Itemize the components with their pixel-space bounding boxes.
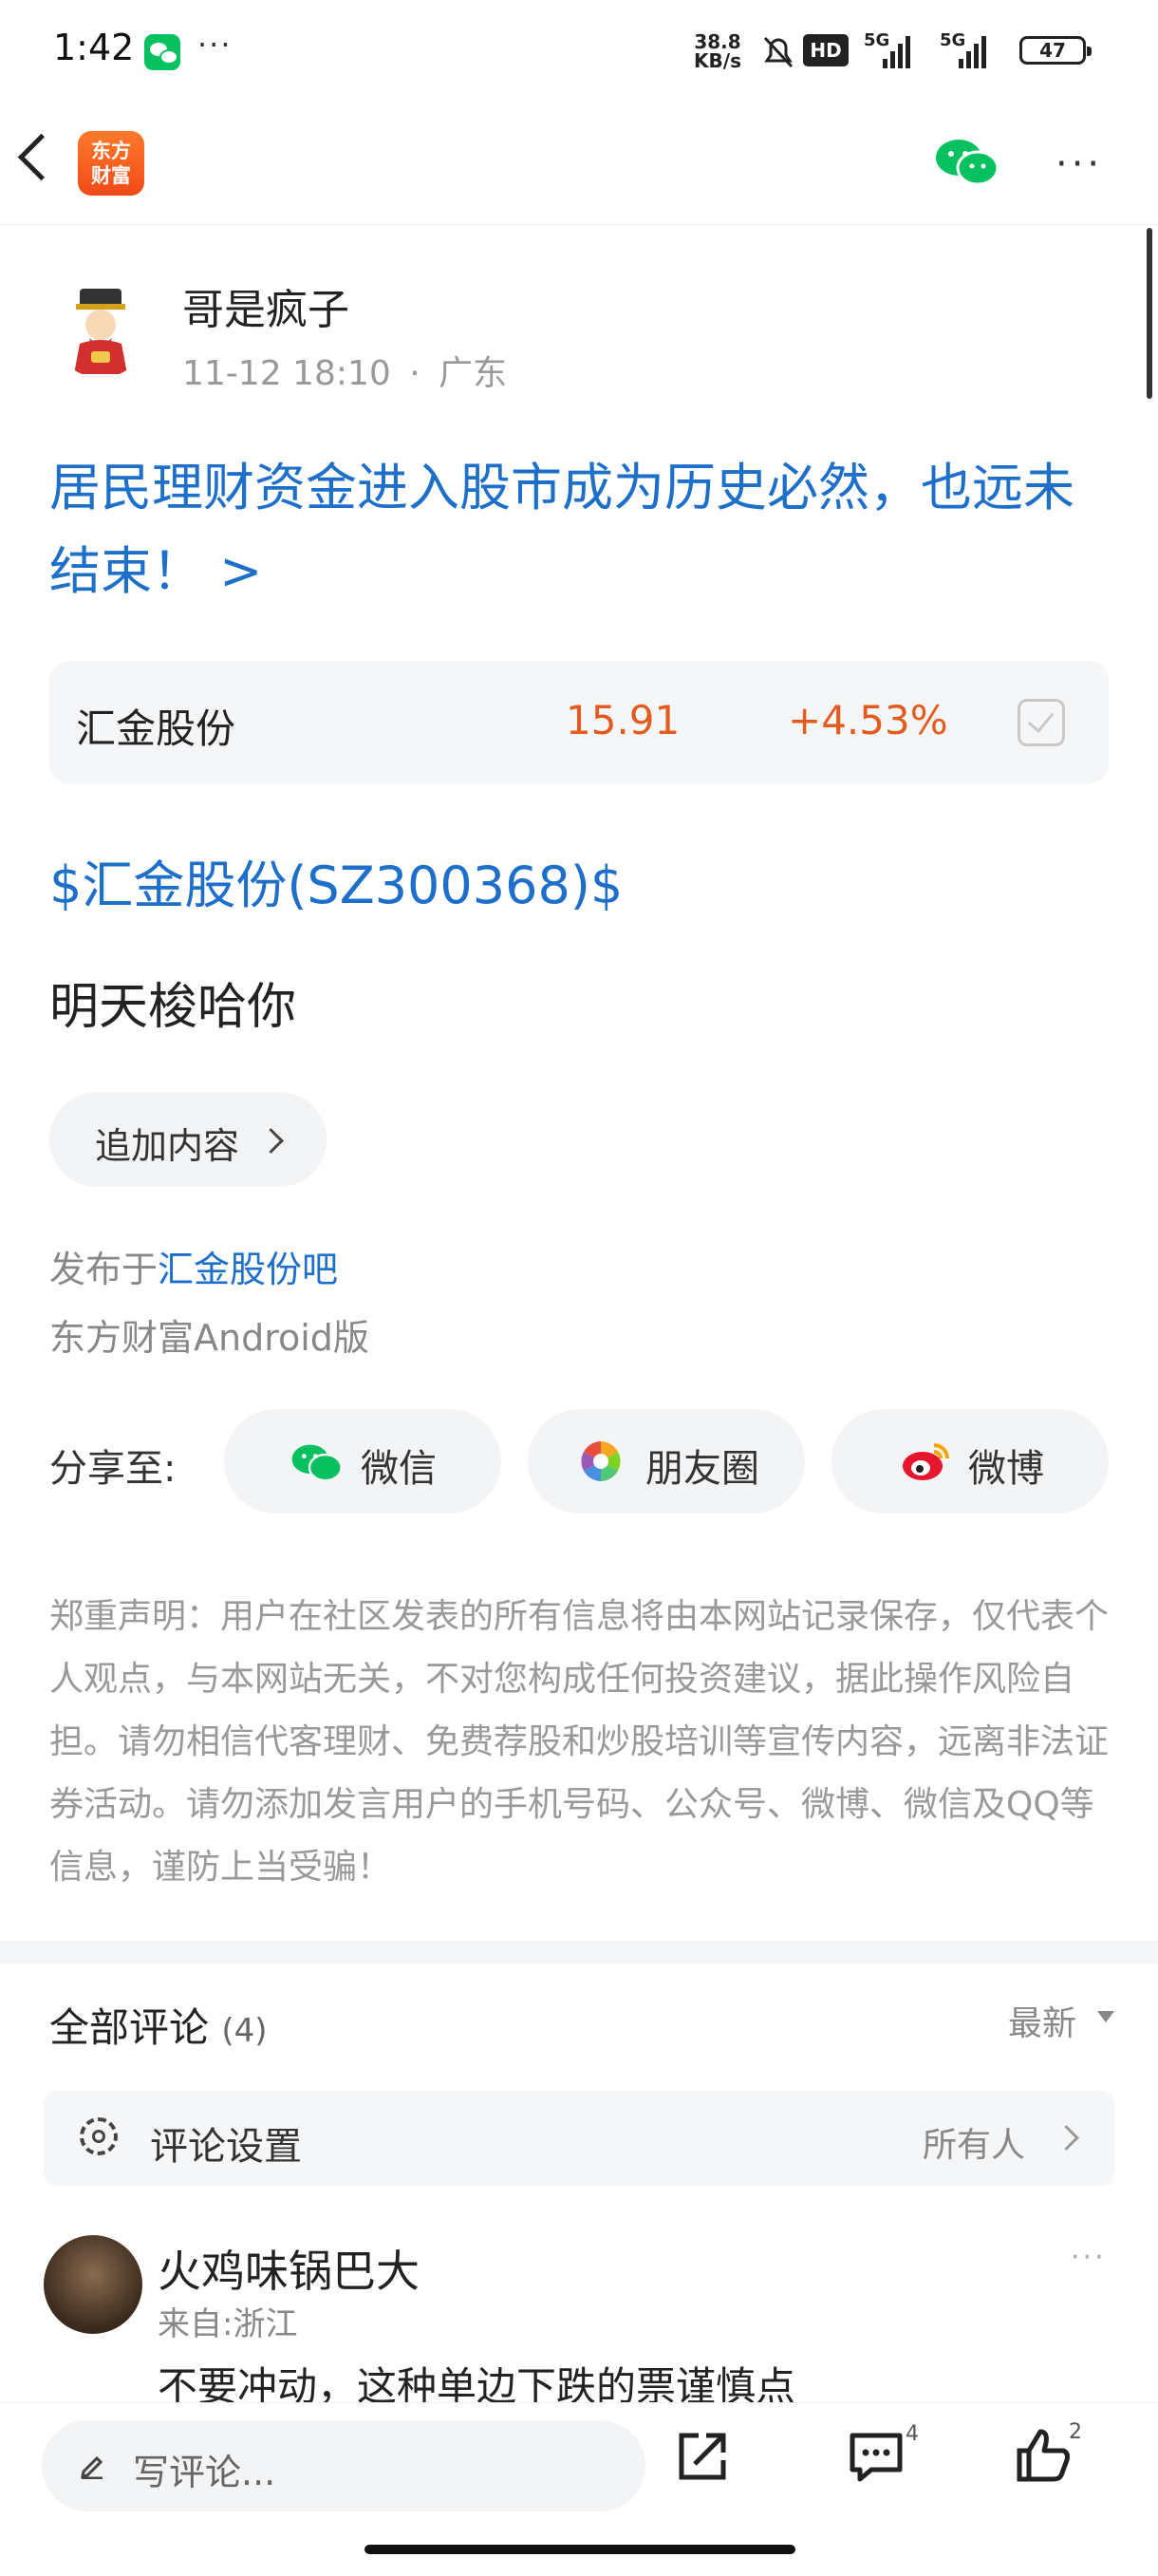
write-comment-input[interactable]: 写评论... — [42, 2420, 645, 2511]
share-weibo-button[interactable]: 微博 — [831, 1409, 1109, 1514]
share-label: 分享至: — [49, 1447, 177, 1491]
scrollbar[interactable] — [1147, 228, 1152, 399]
home-indicator[interactable] — [364, 2545, 795, 2554]
moments-icon — [581, 1441, 621, 1481]
chevron-right-icon — [1054, 2125, 1079, 2151]
share-moments-label: 朋友圈 — [645, 1447, 759, 1491]
author-avatar[interactable] — [53, 283, 148, 378]
commenter-name[interactable]: 火鸡味锅巴大 — [158, 2237, 420, 2300]
comment-count-badge: 4 — [906, 2422, 919, 2446]
chevron-right-icon — [258, 1128, 284, 1154]
share-weibo-label: 微博 — [968, 1447, 1044, 1491]
comment-more-icon[interactable]: ··· — [1071, 2241, 1107, 2274]
share-moments-button[interactable]: 朋友圈 — [528, 1409, 805, 1514]
comment-settings-row[interactable]: 评论设置 所有人 — [44, 2091, 1114, 2186]
disclaimer: 郑重声明：用户在社区发表的所有信息将由本网站记录保存，仅代表个人观点，与本网站无… — [49, 1597, 1110, 1887]
wechat-notification-icon — [144, 34, 180, 70]
comments-header: 全部评论 (4) — [49, 1996, 268, 2054]
hd-icon: HD — [803, 34, 849, 66]
stock-card[interactable]: 汇金股份 15.91 +4.53% — [49, 661, 1109, 784]
share-external-icon[interactable] — [670, 2422, 737, 2489]
like-icon[interactable] — [1010, 2422, 1076, 2489]
app-logo: 东方 财富 — [78, 131, 144, 196]
stock-price: 15.91 — [566, 697, 681, 743]
write-comment-placeholder: 写评论... — [133, 2452, 276, 2493]
add-content-button[interactable]: 追加内容 — [49, 1092, 327, 1187]
meta-separator: · — [409, 354, 420, 393]
commenter-avatar[interactable] — [44, 2235, 142, 2334]
post-body: 明天梭哈你 — [49, 979, 297, 1036]
comment-icon[interactable] — [843, 2422, 909, 2489]
more-options-icon[interactable]: ··· — [1055, 142, 1103, 186]
sort-dropdown[interactable]: 最新 — [1008, 1996, 1076, 2045]
post-location: 广东 — [439, 354, 508, 393]
author-name[interactable]: 哥是疯子 — [182, 275, 349, 336]
share-wechat-button[interactable]: 微信 — [224, 1409, 501, 1514]
post-title-link[interactable]: 居民理财资金进入股市成为历史必然，也远未结束！ > — [49, 446, 1122, 613]
stock-change: +4.53% — [788, 697, 948, 743]
add-content-label: 追加内容 — [95, 1125, 240, 1167]
published-prefix: 发布于 — [49, 1249, 159, 1290]
status-time: 1:42 — [53, 27, 135, 68]
stock-name: 汇金股份 — [76, 705, 236, 752]
comment-settings-label: 评论设置 — [150, 2125, 302, 2169]
gear-icon — [80, 2117, 118, 2155]
status-more-icon: ··· — [197, 27, 233, 63]
net-speed: 38.8 KB/s — [694, 30, 741, 72]
signal-bars-2-icon — [959, 30, 986, 68]
caret-down-icon[interactable] — [1097, 2011, 1114, 2022]
commenter-location: 来自:浙江 — [158, 2305, 298, 2343]
signal-bars-1-icon — [883, 30, 910, 68]
like-count-badge: 2 — [1069, 2420, 1082, 2444]
watchlist-check-icon[interactable] — [1018, 699, 1065, 746]
comments-count: (4) — [221, 2012, 268, 2050]
wechat-icon — [291, 1444, 343, 1482]
published-in: 发布于汇金股份吧 — [49, 1240, 338, 1292]
client-source: 东方财富Android版 — [49, 1317, 369, 1359]
post-date: 11-12 18:10 — [182, 354, 391, 393]
pen-icon — [81, 2455, 103, 2479]
wechat-share-icon[interactable] — [934, 137, 1000, 186]
forum-link[interactable]: 汇金股份吧 — [158, 1249, 338, 1290]
back-icon[interactable] — [17, 133, 65, 181]
weibo-icon — [903, 1443, 949, 1480]
post-meta: 11-12 18:10 · 广东 — [182, 346, 507, 395]
comment-settings-value: 所有人 — [923, 2126, 1026, 2165]
header-divider — [0, 224, 1158, 225]
stock-tag-link[interactable]: $汇金股份(SZ300368)$ — [49, 843, 623, 918]
battery-icon: 47 — [1019, 36, 1092, 65]
comments-title: 全部评论 — [49, 2004, 210, 2051]
section-divider — [0, 1941, 1158, 1964]
share-wechat-label: 微信 — [361, 1447, 437, 1491]
bell-mute-icon — [763, 36, 794, 68]
